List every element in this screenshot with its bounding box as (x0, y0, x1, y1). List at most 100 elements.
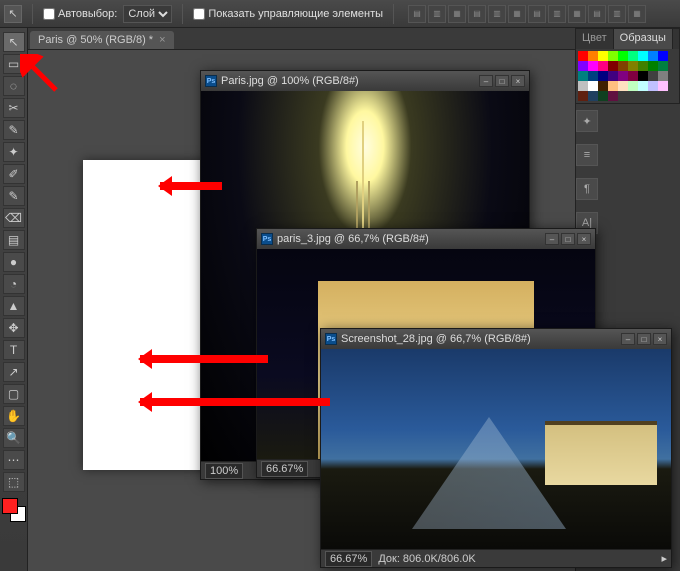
tool-button[interactable]: 🔍 (3, 428, 25, 448)
swatch[interactable] (588, 81, 598, 91)
swatch[interactable] (658, 61, 668, 71)
swatch[interactable] (608, 81, 618, 91)
align-icon[interactable]: ▦ (508, 5, 526, 23)
close-button[interactable]: × (577, 233, 591, 245)
swatch[interactable] (638, 81, 648, 91)
align-icon[interactable]: ▦ (448, 5, 466, 23)
tool-button[interactable]: ✂ (3, 98, 25, 118)
swatch[interactable] (638, 61, 648, 71)
window-titlebar[interactable]: Psparis_3.jpg @ 66,7% (RGB/8#)–□× (257, 229, 595, 249)
swatch[interactable] (598, 91, 608, 101)
zoom-field[interactable]: 100% (205, 463, 243, 479)
tool-button[interactable]: ✥ (3, 318, 25, 338)
tool-button[interactable]: ◔ (3, 274, 25, 294)
swatch[interactable] (608, 91, 618, 101)
swatch[interactable] (578, 81, 588, 91)
swatch[interactable] (658, 81, 668, 91)
align-icon[interactable]: ▥ (488, 5, 506, 23)
align-icon[interactable]: ▤ (588, 5, 606, 23)
tool-button[interactable]: ⋯ (3, 450, 25, 470)
align-icon[interactable]: ▦ (568, 5, 586, 23)
tool-button[interactable]: ✎ (3, 120, 25, 140)
swatch[interactable] (608, 71, 618, 81)
tool-button[interactable]: ▤ (3, 230, 25, 250)
swatch[interactable] (598, 81, 608, 91)
align-icon[interactable]: ▥ (428, 5, 446, 23)
tool-button[interactable]: ⌫ (3, 208, 25, 228)
tool-button[interactable]: ▢ (3, 384, 25, 404)
tool-button[interactable]: ● (3, 252, 25, 272)
align-icon[interactable]: ▤ (468, 5, 486, 23)
align-icon[interactable]: ▤ (408, 5, 426, 23)
close-icon[interactable]: × (159, 34, 165, 46)
minimize-button[interactable]: – (545, 233, 559, 245)
status-arrow-icon[interactable]: ▸ (661, 552, 667, 565)
swatch[interactable] (578, 71, 588, 81)
image-viewport[interactable] (321, 349, 671, 549)
maximize-button[interactable]: □ (495, 75, 509, 87)
autoselect-dropdown[interactable]: Слой (123, 5, 172, 23)
tool-button[interactable]: ↖ (3, 32, 25, 52)
align-icon[interactable]: ▦ (628, 5, 646, 23)
swatch[interactable] (578, 91, 588, 101)
swatch[interactable] (578, 51, 588, 61)
zoom-field[interactable]: 66.67% (325, 551, 372, 567)
swatch[interactable] (598, 71, 608, 81)
tool-button[interactable]: ✦ (3, 142, 25, 162)
swatch[interactable] (648, 61, 658, 71)
panel-icon[interactable]: ≡ (576, 144, 598, 166)
maximize-button[interactable]: □ (637, 333, 651, 345)
swatch[interactable] (648, 51, 658, 61)
panel-icon[interactable]: ✦ (576, 110, 598, 132)
swatch[interactable] (628, 61, 638, 71)
swatch[interactable] (608, 51, 618, 61)
show-controls-control[interactable]: Показать управляющие элементы (193, 8, 383, 20)
tool-button[interactable]: ⬚ (3, 472, 25, 492)
maximize-button[interactable]: □ (561, 233, 575, 245)
tool-button[interactable]: ▲ (3, 296, 25, 316)
color-wells[interactable] (2, 498, 26, 522)
swatch[interactable] (628, 51, 638, 61)
panel-icon[interactable]: ¶ (576, 178, 598, 200)
swatch[interactable] (598, 61, 608, 71)
document-window[interactable]: PsScreenshot_28.jpg @ 66,7% (RGB/8#)–□× 6… (320, 328, 672, 568)
window-titlebar[interactable]: PsScreenshot_28.jpg @ 66,7% (RGB/8#)–□× (321, 329, 671, 349)
minimize-button[interactable]: – (621, 333, 635, 345)
swatch[interactable] (578, 61, 588, 71)
tab-color[interactable]: Цвет (576, 29, 614, 49)
swatch[interactable] (618, 71, 628, 81)
tool-button[interactable]: ✋ (3, 406, 25, 426)
swatch[interactable] (618, 51, 628, 61)
autoselect-control[interactable]: Автовыбор: (43, 8, 117, 20)
swatch[interactable] (628, 71, 638, 81)
swatch[interactable] (598, 51, 608, 61)
align-icon[interactable]: ▤ (528, 5, 546, 23)
zoom-field[interactable]: 66.67% (261, 461, 308, 477)
swatch[interactable] (588, 71, 598, 81)
swatch[interactable] (638, 71, 648, 81)
close-button[interactable]: × (511, 75, 525, 87)
swatch[interactable] (658, 51, 668, 61)
swatch[interactable] (638, 51, 648, 61)
align-icon[interactable]: ▥ (608, 5, 626, 23)
swatch[interactable] (588, 51, 598, 61)
minimize-button[interactable]: – (479, 75, 493, 87)
swatch[interactable] (658, 71, 668, 81)
swatch[interactable] (618, 61, 628, 71)
tool-button[interactable]: ✎ (3, 186, 25, 206)
tool-button[interactable]: T (3, 340, 25, 360)
tool-button[interactable]: ↗ (3, 362, 25, 382)
swatch[interactable] (648, 81, 658, 91)
swatch[interactable] (588, 91, 598, 101)
autoselect-checkbox[interactable] (43, 8, 55, 20)
swatch[interactable] (618, 81, 628, 91)
close-button[interactable]: × (653, 333, 667, 345)
foreground-color[interactable] (2, 498, 18, 514)
swatch[interactable] (648, 71, 658, 81)
tab-swatches[interactable]: Образцы (614, 29, 673, 49)
show-controls-checkbox[interactable] (193, 8, 205, 20)
document-tab[interactable]: Paris @ 50% (RGB/8) * × (30, 31, 174, 49)
swatch[interactable] (608, 61, 618, 71)
tool-button[interactable]: ✐ (3, 164, 25, 184)
window-titlebar[interactable]: PsParis.jpg @ 100% (RGB/8#)–□× (201, 71, 529, 91)
